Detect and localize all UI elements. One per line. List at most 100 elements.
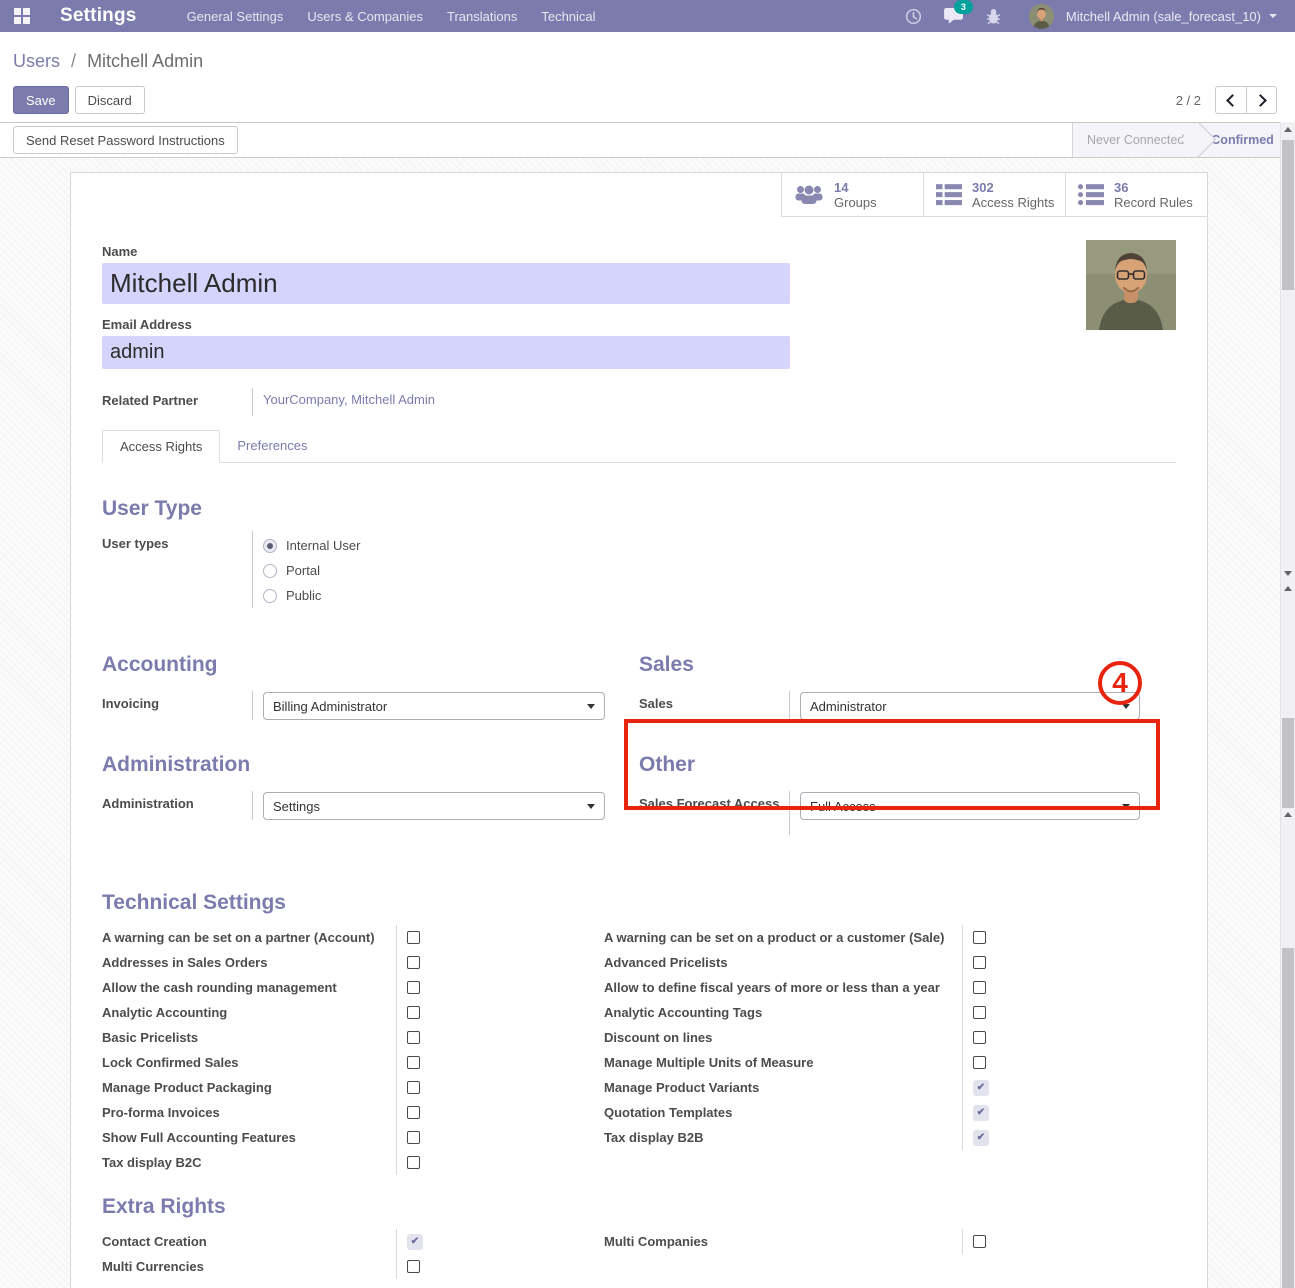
setting-row: Analytic Accounting Tags — [604, 1000, 1176, 1025]
administration-select-value: Settings — [273, 799, 587, 814]
radio-button[interactable] — [263, 589, 277, 603]
checkbox-tax-display-b2c[interactable] — [407, 1156, 420, 1169]
checkbox-a-warning-can-be-set-on-a-partner-account[interactable] — [407, 931, 420, 944]
related-partner-label: Related Partner — [102, 388, 252, 409]
record-rules-stat-button[interactable]: 36 Record Rules — [1065, 173, 1207, 217]
pager-next-button[interactable] — [1246, 86, 1277, 114]
radio-internal-user[interactable]: Internal User — [263, 533, 360, 558]
administration-select[interactable]: Settings — [263, 792, 605, 820]
breadcrumb-users-link[interactable]: Users — [13, 51, 60, 71]
app-title[interactable]: Settings — [60, 5, 137, 27]
nav-menu-translations[interactable]: Translations — [437, 2, 527, 31]
setting-label: Contact Creation — [102, 1234, 396, 1249]
messages-icon[interactable]: 3 — [935, 4, 972, 29]
other-access-section: Other Sales Forecast Access Full Access — [639, 753, 1176, 835]
checkbox-addresses-in-sales-orders[interactable] — [407, 956, 420, 969]
checkbox-contact-creation[interactable]: ✔ — [407, 1234, 423, 1250]
invoicing-select[interactable]: Billing Administrator — [263, 692, 605, 720]
groups-stat-button[interactable]: 14 Groups — [781, 173, 923, 217]
checkbox-analytic-accounting-tags[interactable] — [973, 1006, 986, 1019]
access-rights-stat-button[interactable]: 302 Access Rights — [923, 173, 1065, 217]
other-heading: Other — [639, 753, 1140, 777]
pager-previous-button[interactable] — [1215, 86, 1246, 114]
checkbox-tax-display-b2b[interactable]: ✔ — [973, 1130, 989, 1146]
send-reset-password-button[interactable]: Send Reset Password Instructions — [13, 126, 238, 154]
checkbox-analytic-accounting[interactable] — [407, 1006, 420, 1019]
checkbox-a-warning-can-be-set-on-a-product-or-a-customer-sale[interactable] — [973, 931, 986, 944]
nav-menu-technical[interactable]: Technical — [531, 2, 605, 31]
checkbox-allow-to-define-fiscal-years-of-more-or-less-than-a-year[interactable] — [973, 981, 986, 994]
sales-forecast-access-select[interactable]: Full Access — [800, 792, 1140, 820]
setting-label: Advanced Pricelists — [604, 955, 962, 970]
setting-label: Lock Confirmed Sales — [102, 1055, 396, 1070]
checkbox-cell — [962, 950, 1176, 975]
scroll-down-arrow-icon[interactable] — [1284, 571, 1292, 576]
save-button[interactable]: Save — [13, 86, 69, 114]
email-input[interactable]: admin — [102, 336, 790, 369]
radio-public[interactable]: Public — [263, 583, 360, 608]
checkbox-cell — [962, 1000, 1176, 1025]
tab-access-rights[interactable]: Access Rights — [102, 430, 220, 463]
checkbox-advanced-pricelists[interactable] — [973, 956, 986, 969]
user-avatar[interactable] — [1029, 4, 1054, 29]
setting-label: Multi Companies — [604, 1234, 962, 1249]
debug-bug-icon[interactable] — [976, 4, 1011, 29]
related-partner-row: Related Partner YourCompany, Mitchell Ad… — [102, 388, 1176, 416]
extra-rights-grid: Contact Creation ✔ Multi CurrenciesMulti C… — [102, 1229, 1176, 1279]
checkbox-multi-currencies[interactable] — [407, 1260, 420, 1273]
scroll-up-arrow-icon[interactable] — [1284, 812, 1292, 817]
apps-grid-icon[interactable] — [14, 8, 30, 24]
scrollbar-thumb[interactable] — [1282, 718, 1294, 808]
vertical-scrollbar[interactable] — [1280, 122, 1295, 1288]
scroll-up-arrow-icon[interactable] — [1284, 127, 1292, 132]
setting-row: Tax display B2C — [102, 1150, 604, 1175]
related-partner-link[interactable]: YourCompany, Mitchell Admin — [263, 388, 435, 407]
status-never-connected[interactable]: Never Connected — [1073, 123, 1198, 157]
checkbox-lock-confirmed-sales[interactable] — [407, 1056, 420, 1069]
caret-down-icon — [1269, 14, 1277, 18]
checkbox-show-full-accounting-features[interactable] — [407, 1131, 420, 1144]
radio-button[interactable] — [263, 564, 277, 578]
field-separator — [252, 691, 253, 720]
user-menu[interactable]: Mitchell Admin (sale_forecast_10) — [1066, 9, 1283, 24]
user-types-row: User types Internal UserPortalPublic — [102, 531, 1176, 608]
setting-row: Multi Currencies — [102, 1254, 604, 1279]
sales-select[interactable]: Administrator — [800, 692, 1140, 720]
setting-row: Contact Creation ✔ — [102, 1229, 604, 1254]
sales-section: Sales Sales Administrator — [639, 653, 1176, 720]
setting-label: Analytic Accounting — [102, 1005, 396, 1020]
setting-label: Manage Product Variants — [604, 1080, 962, 1095]
tab-preferences[interactable]: Preferences — [220, 430, 324, 463]
user-menu-label: Mitchell Admin (sale_forecast_10) — [1066, 9, 1261, 24]
checkbox-basic-pricelists[interactable] — [407, 1031, 420, 1044]
checkbox-quotation-templates[interactable]: ✔ — [973, 1105, 989, 1121]
activities-clock-icon[interactable] — [896, 4, 931, 29]
setting-label: A warning can be set on a product or a c… — [604, 930, 962, 945]
setting-label: Quotation Templates — [604, 1105, 962, 1120]
scroll-up-arrow-icon[interactable] — [1284, 586, 1292, 591]
accounting-section: Accounting Invoicing Billing Administrat… — [102, 653, 639, 720]
checkbox-pro-forma-invoices[interactable] — [407, 1106, 420, 1119]
name-label: Name — [102, 244, 1176, 259]
checkbox-multi-companies[interactable] — [973, 1235, 986, 1248]
th-list-icon — [936, 184, 962, 206]
name-input[interactable]: Mitchell Admin — [102, 263, 790, 304]
checkbox-manage-product-packaging[interactable] — [407, 1081, 420, 1094]
scrollbar-thumb[interactable] — [1282, 140, 1294, 290]
radio-label: Internal User — [286, 538, 360, 553]
nav-menu-users-companies[interactable]: Users & Companies — [297, 2, 433, 31]
access-rights-count: 302 — [972, 180, 1054, 195]
setting-row: Manage Multiple Units of Measure — [604, 1050, 1176, 1075]
nav-menu-general-settings[interactable]: General Settings — [177, 2, 294, 31]
discard-button[interactable]: Discard — [75, 86, 145, 114]
scrollbar-thumb[interactable] — [1282, 948, 1294, 1288]
checkbox-discount-on-lines[interactable] — [973, 1031, 986, 1044]
radio-button[interactable] — [263, 539, 277, 553]
checkbox-allow-the-cash-rounding-management[interactable] — [407, 981, 420, 994]
checkbox-manage-multiple-units-of-measure[interactable] — [973, 1056, 986, 1069]
user-type-radio-group: Internal User PortalPublic — [263, 531, 360, 608]
field-separator — [789, 791, 790, 835]
setting-label: Manage Product Packaging — [102, 1080, 396, 1095]
radio-portal[interactable]: Portal — [263, 558, 360, 583]
checkbox-manage-product-variants[interactable]: ✔ — [973, 1080, 989, 1096]
